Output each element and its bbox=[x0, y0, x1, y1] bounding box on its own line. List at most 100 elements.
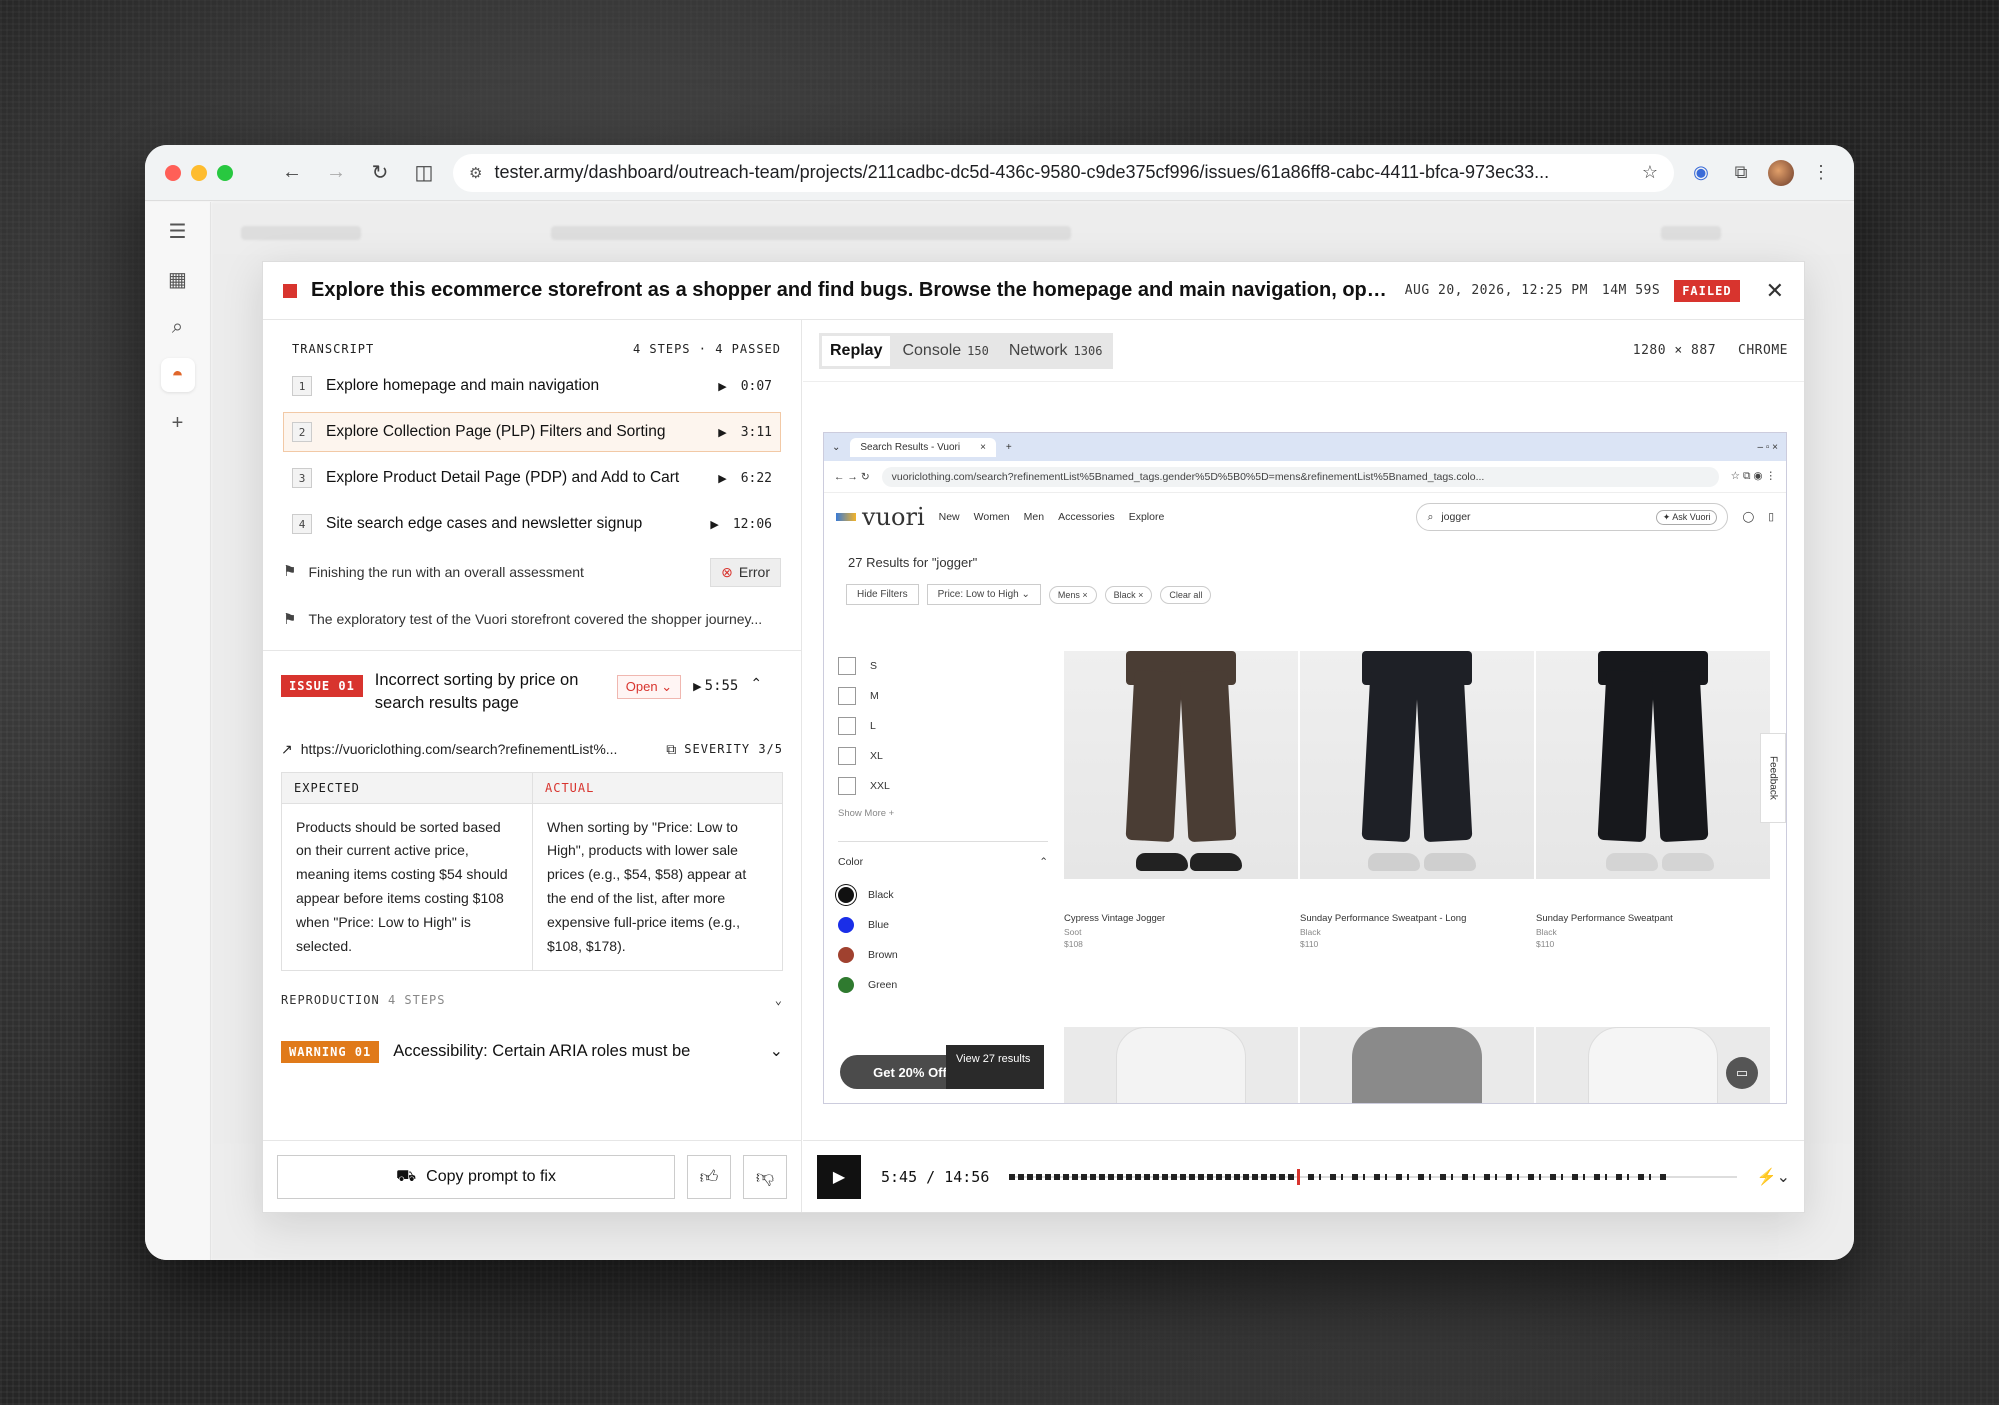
failed-status-icon bbox=[283, 283, 297, 298]
show-more: Show More + bbox=[838, 808, 895, 819]
step-label: Site search edge cases and newsletter si… bbox=[326, 515, 643, 532]
thumbs-up-icon[interactable]: 👍︎ bbox=[687, 1154, 731, 1199]
issue-timestamp[interactable]: ▶ 5:55 bbox=[693, 677, 738, 694]
replay-viewport[interactable]: ⌄ Search Results - Vuori × + – ▫ × ← → ↻… bbox=[823, 432, 1787, 1104]
grid-icon[interactable]: ▦ bbox=[161, 262, 195, 296]
step-time: 12:06 bbox=[732, 516, 772, 532]
size-option: L bbox=[838, 711, 1056, 741]
transcript-step[interactable]: 4 Site search edge cases and newsletter … bbox=[283, 504, 781, 544]
minimize-window-button[interactable] bbox=[191, 164, 207, 181]
error-label: Error bbox=[738, 564, 770, 580]
issue-header[interactable]: ISSUE 01 Incorrect sorting by price on s… bbox=[263, 669, 801, 715]
replay-url: vuoriclothing.com/search?refinementList%… bbox=[881, 466, 1719, 487]
issue-url[interactable]: https://vuoriclothing.com/search?refinem… bbox=[301, 741, 659, 757]
product-image bbox=[1300, 1027, 1534, 1103]
filter-sidebar: S M L XL XXL Show More + Color ⌃ Black Bl… bbox=[838, 651, 1056, 1103]
back-arrow-icon[interactable]: ← bbox=[277, 158, 307, 188]
copy-prompt-button[interactable]: ⛟ Copy prompt to fix bbox=[277, 1154, 675, 1199]
playback-time: 5:45 / 14:56 bbox=[881, 1167, 990, 1186]
tab-close-icon: × bbox=[980, 441, 986, 453]
step-time: 6:22 bbox=[740, 470, 772, 486]
speed-icon[interactable]: ⚡⌄ bbox=[1757, 1167, 1790, 1187]
size-option: XL bbox=[838, 741, 1056, 771]
browser-toolbar: ← → ↻ ◫ ⚙ tester.army/dashboard/outreach… bbox=[145, 145, 1854, 201]
menu-kebab-icon[interactable]: ⋮ bbox=[1808, 160, 1834, 186]
split-view-icon[interactable]: ◫ bbox=[409, 158, 439, 188]
issue-url-row: ↗ https://vuoriclothing.com/search?refin… bbox=[263, 741, 801, 758]
extensions-icon[interactable]: ⧉ bbox=[1728, 160, 1754, 186]
divider bbox=[263, 649, 801, 651]
transcript-step[interactable]: 2 Explore Collection Page (PLP) Filters … bbox=[283, 412, 781, 452]
reproduction-toggle[interactable]: REPRODUCTION 4 STEPS ⌄ bbox=[263, 993, 801, 1007]
chevron-up-icon[interactable]: ⌃ bbox=[750, 675, 762, 692]
thumbs-down-icon[interactable]: 👎︎ bbox=[743, 1154, 787, 1199]
tab-console[interactable]: Console 150 bbox=[894, 336, 996, 366]
transcript-summary: 4 STEPS · 4 PASSED bbox=[632, 342, 781, 356]
vuori-logo-text: vuori bbox=[862, 503, 925, 531]
product-price: $110 bbox=[1536, 939, 1555, 949]
issue-time-label: 5:55 bbox=[704, 677, 739, 694]
issue-status-dropdown[interactable]: Open ⌄ bbox=[616, 674, 682, 699]
timeline-scrubber[interactable] bbox=[1009, 1165, 1737, 1189]
address-bar[interactable]: ⚙ tester.army/dashboard/outreach-team/pr… bbox=[453, 153, 1674, 192]
transcript-step[interactable]: 3 Explore Product Detail Page (PDP) and … bbox=[283, 458, 781, 498]
tab-replay[interactable]: Replay bbox=[822, 335, 891, 366]
expected-heading: EXPECTED bbox=[282, 772, 532, 804]
hide-filters-chip: Hide Filters bbox=[846, 584, 919, 605]
forward-arrow-icon[interactable]: → bbox=[321, 158, 351, 188]
reload-icon[interactable]: ↻ bbox=[365, 158, 395, 188]
modal-header: Explore this ecommerce storefront as a s… bbox=[263, 262, 1804, 320]
error-button[interactable]: ⊗ Error bbox=[710, 558, 781, 587]
warning-badge: WARNING 01 bbox=[281, 1041, 380, 1064]
transcript-header: TRANSCRIPT 4 STEPS · 4 PASSED bbox=[263, 320, 801, 366]
profile-avatar[interactable] bbox=[1768, 159, 1794, 186]
project-icon[interactable]: ◓ bbox=[160, 358, 195, 392]
issue-status-label: Open bbox=[625, 678, 658, 694]
viewport-info: 1280 × 887 CHROME bbox=[1633, 343, 1788, 358]
close-icon[interactable]: ✕ bbox=[1766, 278, 1784, 304]
product-color: Black bbox=[1536, 927, 1557, 937]
actual-heading: ACTUAL bbox=[532, 772, 782, 804]
external-link-icon[interactable]: ↗ bbox=[281, 741, 293, 758]
sidebar-toggle-icon[interactable]: ☰ bbox=[161, 214, 195, 248]
step-number: 1 bbox=[292, 376, 312, 396]
chevron-down-icon: ⌄ bbox=[769, 1043, 783, 1061]
run-title: Explore this ecommerce storefront as a s… bbox=[311, 279, 1391, 301]
step-number: 3 bbox=[292, 468, 312, 488]
app-area: ☰ ▦ ⌕ ◓ + Explore this ecommerce storefr… bbox=[145, 202, 1854, 1260]
play-icon[interactable]: ▶ bbox=[817, 1154, 861, 1199]
password-manager-icon[interactable]: ◉ bbox=[1688, 160, 1714, 186]
summary-text: The exploratory test of the Vuori storef… bbox=[308, 611, 763, 627]
assessment-note: ⚑ Finishing the run with an overall asse… bbox=[263, 558, 801, 587]
issue-badge: ISSUE 01 bbox=[281, 674, 363, 697]
site-settings-icon[interactable]: ⚙ bbox=[469, 164, 482, 182]
product-color: Black bbox=[1300, 927, 1321, 937]
tab-label: Console bbox=[902, 341, 962, 359]
error-icon: ⊗ bbox=[721, 564, 733, 580]
replay-tab: Search Results - Vuori × bbox=[850, 437, 996, 457]
transcript-step[interactable]: 1 Explore homepage and main navigation ▶… bbox=[283, 366, 781, 406]
sort-chip: Price: Low to High ⌄ bbox=[926, 584, 1041, 605]
copy-icon[interactable]: ⧉ bbox=[666, 741, 676, 758]
tab-label: Replay bbox=[830, 341, 883, 359]
search-list-icon[interactable]: ⌕ bbox=[161, 310, 195, 344]
vuori-nav-item: New bbox=[938, 511, 960, 523]
maximize-window-button[interactable] bbox=[217, 164, 233, 181]
tab-network[interactable]: Network 1306 bbox=[1001, 336, 1111, 366]
close-window-button[interactable] bbox=[165, 164, 181, 181]
warning-header[interactable]: WARNING 01 Accessibility: Certain ARIA r… bbox=[263, 1041, 801, 1064]
playhead[interactable] bbox=[1296, 1168, 1300, 1185]
bookmark-star-icon[interactable]: ☆ bbox=[1642, 162, 1658, 183]
product-image bbox=[1536, 651, 1770, 879]
step-label: Explore Collection Page (PLP) Filters an… bbox=[326, 423, 666, 440]
color-option: Green bbox=[838, 970, 1056, 1000]
step-time: 3:11 bbox=[740, 424, 772, 440]
issue-modal: Explore this ecommerce storefront as a s… bbox=[262, 261, 1805, 1213]
product-grid: Cypress Vintage Jogger Soot $108 Sunday … bbox=[1064, 651, 1776, 1103]
product-name: Cypress Vintage Jogger bbox=[1064, 913, 1166, 924]
run-date: AUG 20, 2026, 12:25 PM bbox=[1404, 283, 1588, 298]
size-option: S bbox=[838, 651, 1056, 681]
flag-icon: ⚑ bbox=[283, 563, 297, 581]
add-icon[interactable]: + bbox=[161, 406, 195, 440]
note-text: Finishing the run with an overall assess… bbox=[308, 564, 584, 580]
